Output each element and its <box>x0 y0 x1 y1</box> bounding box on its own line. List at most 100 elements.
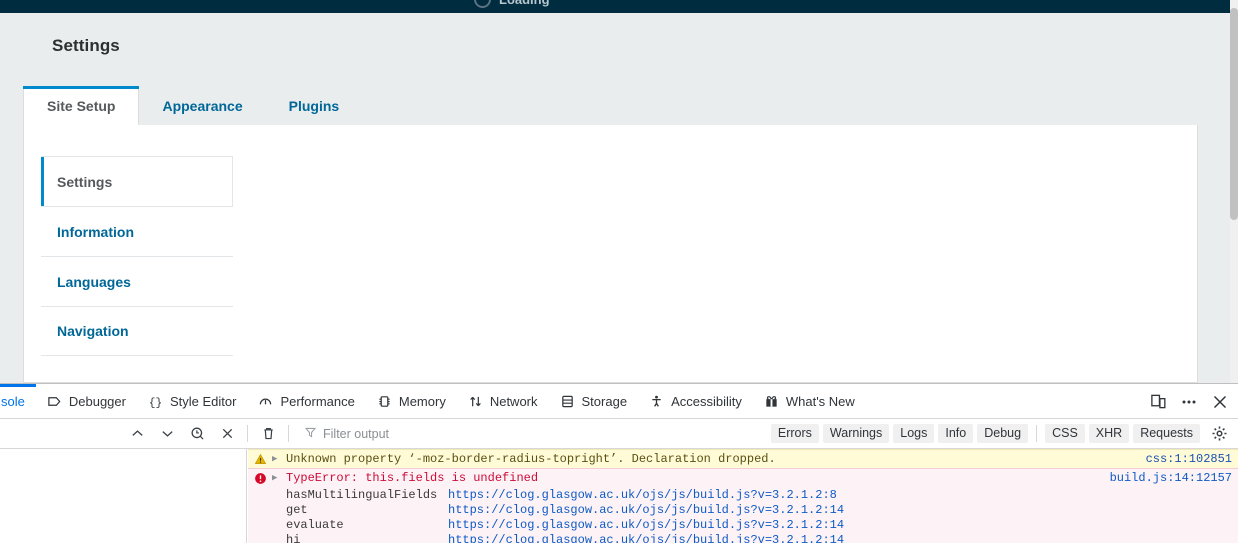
stack-frame-url[interactable]: https://clog.glasgow.ac.uk/ojs/js/build.… <box>448 503 844 518</box>
devtools-tab-label: Performance <box>280 393 355 409</box>
stack-frame-url[interactable]: https://clog.glasgow.ac.uk/ojs/js/build.… <box>448 488 837 503</box>
devtools-panel: sole Debugger {} Style Editor Performanc… <box>0 383 1238 543</box>
devtools-tab-label: Network <box>489 393 538 409</box>
expand-arrow-icon[interactable]: ▶ <box>272 452 286 464</box>
console-message-text: Unknown property ‘-moz-border-radius-top… <box>286 452 776 466</box>
page-scrollbar[interactable] <box>1230 0 1238 383</box>
page-scrollbar-thumb[interactable] <box>1230 8 1238 220</box>
meatball-menu-icon[interactable] <box>1175 388 1203 416</box>
stack-frame-function: hi <box>286 533 301 543</box>
devtools-toolbar: sole Debugger {} Style Editor Performanc… <box>0 384 1238 419</box>
console-message-error[interactable]: ▶ TypeError: this.fields is undefined bu… <box>248 468 1238 487</box>
tab-appearance[interactable]: Appearance <box>139 86 265 125</box>
svg-text:{}: {} <box>149 397 163 409</box>
console-message-source[interactable]: build.js:14:12157 <box>1098 471 1232 485</box>
stack-frame-url[interactable]: https://clog.glasgow.ac.uk/ojs/js/build.… <box>448 533 844 543</box>
stack-frame-url[interactable]: https://clog.glasgow.ac.uk/ojs/js/build.… <box>448 518 844 533</box>
filter-xhr-button[interactable]: XHR <box>1088 424 1130 443</box>
console-message-source[interactable]: css:1:102851 <box>1134 452 1232 466</box>
site-header-bar <box>0 0 1230 13</box>
settings-tabbar: Site Setup Appearance Plugins <box>23 86 1198 125</box>
application-area: Loading Settings Site Setup Appearance P… <box>0 0 1238 383</box>
chevron-up-icon[interactable] <box>122 421 152 447</box>
console-stack-trace: hasMultilingualFields https://clog.glasg… <box>248 487 1238 543</box>
search-history-icon[interactable] <box>182 421 212 447</box>
devtools-tab-performance[interactable]: Performance <box>247 384 365 418</box>
sidebar-item-navigation[interactable]: Navigation <box>41 306 233 356</box>
storage-icon <box>560 394 575 409</box>
devtools-tab-debugger[interactable]: Debugger <box>36 384 137 418</box>
style-editor-icon: {} <box>148 394 163 409</box>
memory-icon <box>377 394 392 409</box>
filter-requests-button[interactable]: Requests <box>1133 424 1200 443</box>
trash-icon[interactable] <box>253 421 283 447</box>
filter-output-input[interactable]: Filter output <box>304 426 389 442</box>
filter-errors-button[interactable]: Errors <box>770 424 819 443</box>
debugger-icon <box>47 394 62 409</box>
devtools-tab-network[interactable]: Network <box>457 384 549 418</box>
responsive-design-mode-icon[interactable] <box>1144 388 1172 416</box>
devtools-tab-storage[interactable]: Storage <box>549 384 639 418</box>
devtools-toolbar-actions <box>1144 384 1234 418</box>
warning-icon <box>248 452 272 466</box>
filter-divider <box>1036 425 1038 442</box>
filter-output-placeholder: Filter output <box>323 426 390 441</box>
sidebar-item-languages[interactable]: Languages <box>41 256 233 306</box>
devtools-tab-memory[interactable]: Memory <box>366 384 457 418</box>
devtools-tab-label: Accessibility <box>671 393 742 409</box>
filter-css-button[interactable]: CSS <box>1045 424 1085 443</box>
devtools-tab-label: What's New <box>785 393 855 409</box>
settings-content-panel: Settings Information Languages Navigatio… <box>23 125 1198 383</box>
sidebar-item-information[interactable]: Information <box>41 206 233 256</box>
loading-label: Loading <box>499 0 550 7</box>
tab-plugins[interactable]: Plugins <box>266 86 363 125</box>
gift-icon <box>764 394 779 409</box>
gear-icon[interactable] <box>1204 421 1234 447</box>
devtools-tab-label: Style Editor <box>169 393 237 409</box>
devtools-tablist: sole Debugger {} Style Editor Performanc… <box>0 384 866 418</box>
console-message-list: ▶ Unknown property ‘-moz-border-radius-t… <box>248 449 1238 543</box>
stack-frame-function: hasMultilingualFields <box>286 488 438 502</box>
close-icon[interactable] <box>1206 388 1234 416</box>
console-toolbar: Filter output Errors Warnings Logs Info … <box>0 419 1238 449</box>
chevron-down-icon[interactable] <box>152 421 182 447</box>
filter-info-button[interactable]: Info <box>938 424 974 443</box>
devtools-tab-label: Debugger <box>68 393 126 409</box>
devtools-tab-whats-new[interactable]: What's New <box>753 384 866 418</box>
spinner-icon <box>474 0 491 8</box>
stack-frame-function: get <box>286 503 308 517</box>
close-icon[interactable] <box>212 421 242 447</box>
network-icon <box>468 394 483 409</box>
filter-warnings-button[interactable]: Warnings <box>822 424 890 443</box>
console-filter-buttons: Errors Warnings Logs Info Debug CSS XHR … <box>770 421 1234 447</box>
performance-icon <box>258 394 273 409</box>
devtools-tab-label: sole <box>1 393 25 409</box>
accessibility-icon <box>649 394 664 409</box>
console-body: ▶ Unknown property ‘-moz-border-radius-t… <box>0 449 1238 543</box>
stack-frame[interactable]: hi https://clog.glasgow.ac.uk/ojs/js/bui… <box>286 533 1238 543</box>
stack-frame[interactable]: hasMultilingualFields https://clog.glasg… <box>286 488 1238 503</box>
console-message-text: TypeError: this.fields is undefined <box>286 471 539 485</box>
filter-logs-button[interactable]: Logs <box>893 424 935 443</box>
error-icon <box>248 471 272 485</box>
devtools-tab-label: Memory <box>398 393 446 409</box>
toolbar-divider <box>288 425 289 442</box>
toolbar-divider <box>247 425 248 442</box>
page-title: Settings <box>52 36 120 55</box>
tab-site-setup[interactable]: Site Setup <box>23 86 140 125</box>
stack-frame[interactable]: get https://clog.glasgow.ac.uk/ojs/js/bu… <box>286 503 1238 518</box>
devtools-tab-console[interactable]: sole <box>0 384 36 418</box>
stack-frame-function: evaluate <box>286 518 344 532</box>
sidebar-item-settings[interactable]: Settings <box>41 156 233 207</box>
filter-debug-button[interactable]: Debug <box>977 424 1029 443</box>
devtools-tab-label: Storage <box>581 393 628 409</box>
settings-side-nav: Settings Information Languages Navigatio… <box>41 156 233 356</box>
devtools-tab-accessibility[interactable]: Accessibility <box>638 384 753 418</box>
expand-arrow-icon[interactable]: ▶ <box>272 471 286 483</box>
console-left-pane <box>0 449 247 543</box>
devtools-tab-style-editor[interactable]: {} Style Editor <box>137 384 247 418</box>
stack-frame[interactable]: evaluate https://clog.glasgow.ac.uk/ojs/… <box>286 518 1238 533</box>
loading-indicator: Loading <box>474 0 550 8</box>
funnel-icon <box>304 426 317 442</box>
console-message-warning[interactable]: ▶ Unknown property ‘-moz-border-radius-t… <box>248 449 1238 468</box>
